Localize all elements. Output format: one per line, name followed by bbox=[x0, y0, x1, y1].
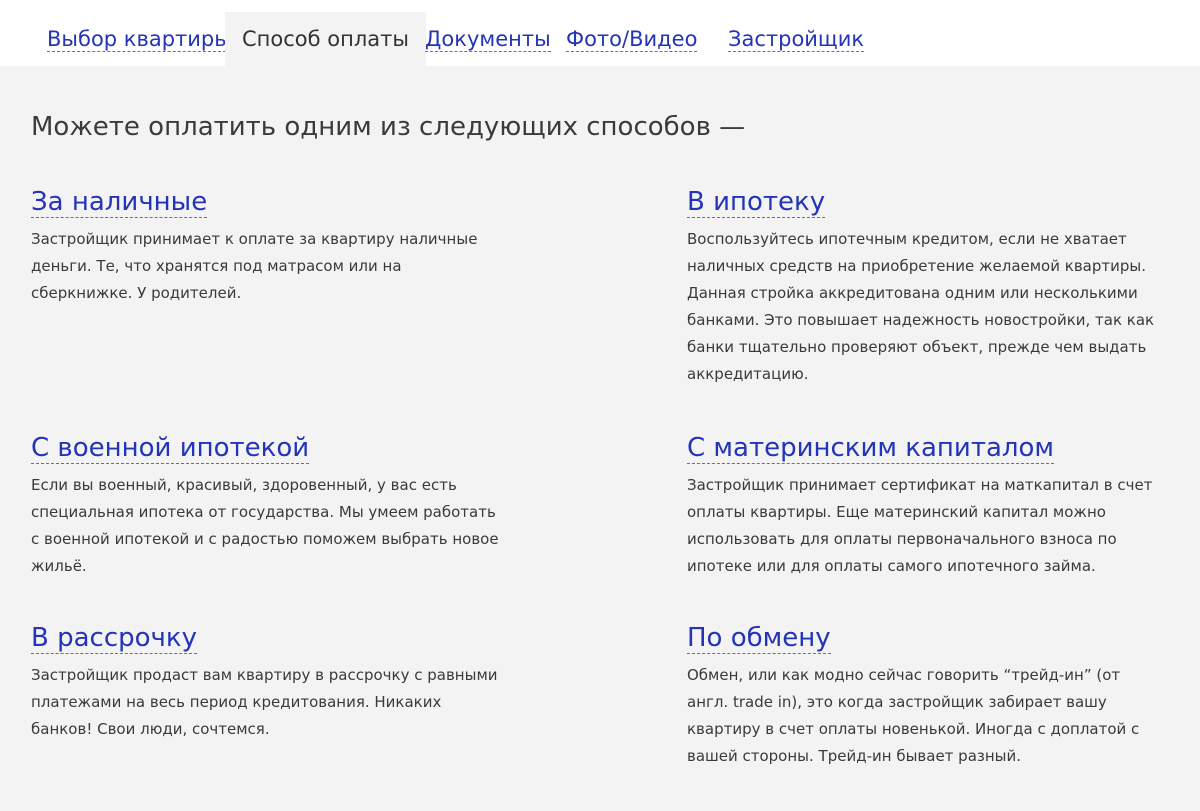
method-title-link[interactable]: По обмену bbox=[687, 623, 831, 654]
payment-methods-panel: Можете оплатить одним из следующих спосо… bbox=[0, 66, 1200, 811]
method-cash: За наличные Застройщик принимает к оплат… bbox=[31, 187, 501, 307]
tab-label: Способ оплаты bbox=[242, 27, 409, 51]
method-description: Воспользуйтесь ипотечным кредитом, если … bbox=[687, 230, 1155, 383]
method-mortgage: В ипотеку Воспользуйтесь ипотечным креди… bbox=[687, 187, 1157, 388]
tab-label: Фото/Видео bbox=[566, 26, 698, 52]
tab-payment-method[interactable]: Способ оплаты bbox=[225, 12, 426, 66]
method-description: Если вы военный, красивый, здоровенный, … bbox=[31, 476, 499, 575]
tab-developer[interactable]: Застройщик bbox=[728, 12, 865, 66]
method-military-mortgage: С военной ипотекой Если вы военный, крас… bbox=[31, 433, 501, 580]
method-trade-in: По обмену Обмен, или как модно сейчас го… bbox=[687, 623, 1157, 770]
method-title-link[interactable]: С военной ипотекой bbox=[31, 433, 310, 464]
method-title-link[interactable]: За наличные bbox=[31, 187, 208, 218]
method-title-link[interactable]: В ипотеку bbox=[687, 187, 826, 218]
tab-label: Документы bbox=[425, 26, 551, 52]
tab-label: Застройщик bbox=[728, 26, 865, 52]
method-title-link[interactable]: С материнским капиталом bbox=[687, 433, 1055, 464]
method-description: Обмен, или как модно сейчас говорить “тр… bbox=[687, 666, 1140, 765]
tab-label: Выбор квартиры bbox=[47, 26, 231, 52]
method-installments: В рассрочку Застройщик продаст вам кварт… bbox=[31, 623, 501, 743]
page-headline: Можете оплатить одним из следующих спосо… bbox=[31, 112, 746, 142]
tab-photo-video[interactable]: Фото/Видео bbox=[566, 12, 698, 66]
method-description: Застройщик принимает к оплате за квартир… bbox=[31, 230, 478, 302]
method-maternity-capital: С материнским капиталом Застройщик прини… bbox=[687, 433, 1157, 580]
tab-apartment-choice[interactable]: Выбор квартиры bbox=[47, 12, 231, 66]
method-title-link[interactable]: В рассрочку bbox=[31, 623, 197, 654]
method-description: Застройщик принимает сертификат на матка… bbox=[687, 476, 1153, 575]
tab-documents[interactable]: Документы bbox=[425, 12, 551, 66]
tab-bar: Выбор квартиры Способ оплаты Документы Ф… bbox=[0, 0, 1200, 66]
method-description: Застройщик продаст вам квартиру в рассро… bbox=[31, 666, 498, 738]
